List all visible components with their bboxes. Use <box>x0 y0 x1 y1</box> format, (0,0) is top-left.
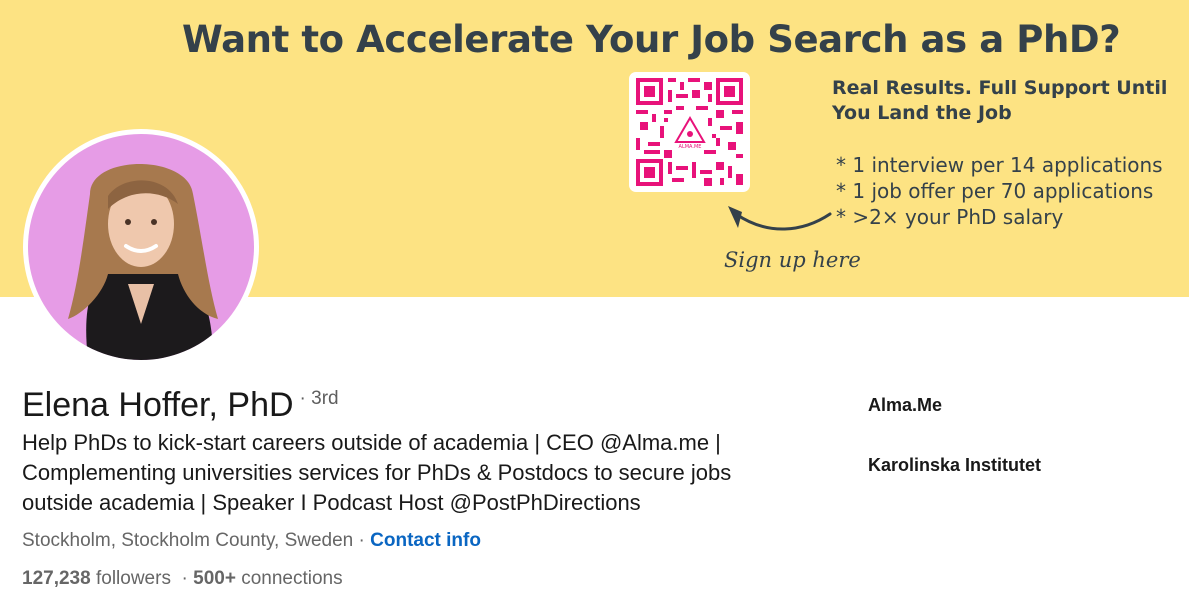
followers-count: 127,238 <box>22 568 91 589</box>
profile-headline: Help PhDs to kick-start careers outside … <box>22 430 732 515</box>
current-company-link[interactable]: Alma.Me <box>868 395 942 416</box>
banner-subheadline: Real Results. Full Support Until You Lan… <box>832 77 1168 124</box>
avatar <box>28 134 254 360</box>
banner-bullet: * 1 job offer per 70 applications <box>836 179 1154 203</box>
person-photo-icon <box>68 164 218 360</box>
qr-code-card[interactable]: ALMA.ME <box>629 72 750 192</box>
education-link[interactable]: Karolinska Institutet <box>868 455 1041 476</box>
qr-logo-text: ALMA.ME <box>679 144 702 150</box>
location-text: Stockholm, Stockholm County, Sweden <box>22 530 354 551</box>
banner-headline: Want to Accelerate Your Job Search as a … <box>182 18 1121 61</box>
followers-label: followers <box>95 568 171 589</box>
banner-bullet: * >2× your PhD salary <box>836 205 1064 229</box>
location-row: Stockholm, Stockholm County, Sweden · Co… <box>22 530 481 552</box>
separator-dot: · <box>353 530 371 551</box>
banner-cta-text: Sign up here <box>724 248 861 272</box>
arrow-icon <box>728 206 832 231</box>
profile-photo[interactable] <box>23 129 259 365</box>
network-stats: 127,238 followers · 500+ connections <box>22 568 343 589</box>
banner-bullet-list: * 1 interview per 14 applications * 1 jo… <box>836 152 1163 230</box>
contact-info-link[interactable]: Contact info <box>370 530 481 551</box>
qr-code-icon: ALMA.ME <box>636 78 743 186</box>
profile-name-row: Elena Hoffer, PhD · 3rd <box>22 386 339 425</box>
connections-label[interactable]: connections <box>241 568 342 589</box>
connections-count[interactable]: 500+ <box>193 568 236 589</box>
profile-name: Elena Hoffer, PhD <box>22 386 294 424</box>
connection-degree: · 3rd <box>299 388 339 409</box>
banner-bullet: * 1 interview per 14 applications <box>836 153 1163 177</box>
